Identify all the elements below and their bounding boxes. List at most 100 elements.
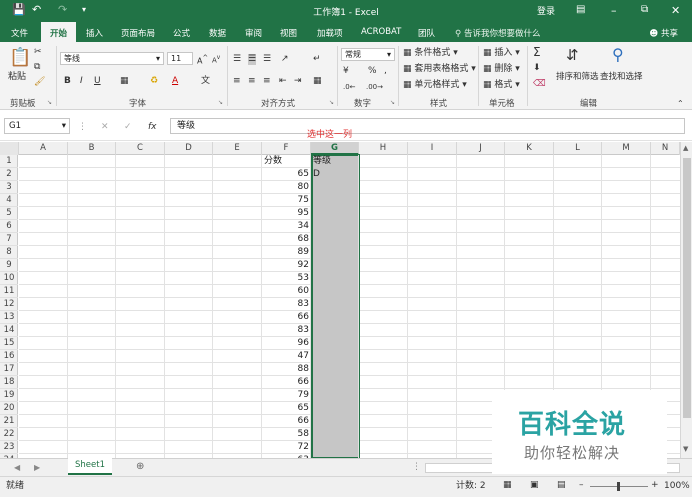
cell[interactable]: 等级	[313, 155, 357, 168]
cell[interactable]: 47	[264, 350, 309, 363]
clipboard-launcher-icon[interactable]: ↘	[47, 99, 52, 106]
ribbon-display-icon[interactable]: ▤	[576, 4, 585, 15]
tab-formulas[interactable]: 公式	[173, 27, 190, 39]
cell[interactable]: 96	[264, 337, 309, 350]
tab-page-layout[interactable]: 页面布局	[121, 27, 155, 39]
row-header[interactable]: 22	[0, 428, 18, 441]
column-header-b[interactable]: B	[68, 142, 116, 155]
zoom-level[interactable]: 100%	[664, 481, 690, 492]
row-header[interactable]: 6	[0, 220, 18, 233]
align-left-icon[interactable]: ≡	[233, 76, 241, 87]
cell[interactable]: 75	[264, 194, 309, 207]
decrease-decimal-icon[interactable]: .00→	[366, 82, 383, 93]
border-icon[interactable]: ▦	[120, 76, 129, 87]
align-bottom-icon[interactable]: ☰	[263, 54, 271, 65]
align-right-icon[interactable]: ≡	[263, 76, 271, 87]
tab-acrobat[interactable]: ACROBAT	[361, 27, 401, 37]
row-header[interactable]: 13	[0, 311, 18, 324]
column-header-h[interactable]: H	[359, 142, 408, 155]
scroll-down-icon[interactable]: ▼	[683, 445, 688, 453]
orientation-icon[interactable]: ↗	[281, 54, 289, 65]
cell[interactable]: 66	[264, 415, 309, 428]
row-header[interactable]: 23	[0, 441, 18, 454]
row-header[interactable]: 16	[0, 350, 18, 363]
number-launcher-icon[interactable]: ↘	[390, 99, 395, 106]
paste-icon[interactable]: 📋	[9, 48, 31, 68]
wrap-text-icon[interactable]: ↵	[313, 54, 321, 65]
row-header[interactable]: 4	[0, 194, 18, 207]
row-header[interactable]: 7	[0, 233, 18, 246]
column-header-j[interactable]: J	[457, 142, 505, 155]
cell[interactable]: 53	[264, 272, 309, 285]
row-header[interactable]: 10	[0, 272, 18, 285]
phonetic-icon[interactable]: 文	[201, 76, 210, 87]
tab-home[interactable]: 开始	[41, 22, 76, 42]
cell[interactable]: 88	[264, 363, 309, 376]
collapse-ribbon-icon[interactable]: ⌃	[677, 98, 684, 109]
row-header[interactable]: 17	[0, 363, 18, 376]
font-name-select[interactable]: 等线 ▾	[60, 52, 164, 65]
comma-button[interactable]: ,	[384, 66, 387, 77]
sort-filter-label[interactable]: 排序和筛选	[556, 72, 599, 83]
cell[interactable]: 58	[264, 428, 309, 441]
row-header[interactable]: 8	[0, 246, 18, 259]
row-header[interactable]: 2	[0, 168, 18, 181]
cell[interactable]: 分数	[264, 155, 309, 168]
cut-icon[interactable]: ✂	[34, 47, 42, 58]
cell[interactable]: 79	[264, 389, 309, 402]
sheet-tab[interactable]: Sheet1	[68, 458, 112, 475]
align-top-icon[interactable]: ☰	[233, 54, 241, 65]
underline-icon[interactable]: U	[94, 76, 101, 87]
row-header[interactable]: 18	[0, 376, 18, 389]
zoom-in-icon[interactable]: +	[651, 480, 659, 491]
cell[interactable]: 66	[264, 376, 309, 389]
cell[interactable]: 83	[264, 298, 309, 311]
row-header[interactable]: 5	[0, 207, 18, 220]
minimize-button[interactable]: –	[611, 4, 617, 17]
column-header-l[interactable]: L	[554, 142, 602, 155]
decrease-indent-icon[interactable]: ⇤	[279, 76, 287, 87]
font-launcher-icon[interactable]: ↘	[218, 99, 223, 106]
percent-button[interactable]: %	[368, 66, 377, 77]
cell[interactable]: 60	[264, 285, 309, 298]
cancel-entry-icon[interactable]: ✕	[101, 122, 109, 133]
confirm-entry-icon[interactable]: ✓	[124, 122, 132, 133]
shrink-font-icon[interactable]: Av	[212, 53, 220, 66]
scroll-up-icon[interactable]: ▲	[683, 144, 688, 152]
merge-center-icon[interactable]: ▦	[313, 76, 322, 87]
column-header-n[interactable]: N	[651, 142, 680, 155]
cell[interactable]: 95	[264, 207, 309, 220]
row-header[interactable]: 15	[0, 337, 18, 350]
share-button[interactable]: ☻ 共享	[649, 27, 678, 39]
column-header-k[interactable]: K	[505, 142, 554, 155]
formula-input[interactable]: 等级	[170, 118, 685, 134]
close-button[interactable]: ✕	[671, 4, 680, 17]
cell[interactable]: D	[313, 168, 357, 181]
format-cells-button[interactable]: ▦ 格式 ▾	[483, 80, 520, 91]
normal-view-icon[interactable]: ▦	[503, 480, 512, 491]
copy-icon[interactable]: ⧉	[34, 62, 40, 73]
clear-icon[interactable]: ⌫	[533, 79, 546, 90]
add-sheet-icon[interactable]: ⊕	[136, 461, 144, 472]
cell[interactable]: 65	[264, 168, 309, 181]
tab-insert[interactable]: 插入	[86, 27, 103, 39]
vertical-scrollbar[interactable]: ▲ ▼	[680, 142, 692, 458]
cell[interactable]: 66	[264, 311, 309, 324]
increase-decimal-icon[interactable]: .0←	[343, 82, 356, 93]
row-header[interactable]: 9	[0, 259, 18, 272]
row-header[interactable]: 20	[0, 402, 18, 415]
tab-file[interactable]: 文件	[11, 27, 28, 39]
align-center-icon[interactable]: ≡	[248, 76, 256, 87]
column-header-i[interactable]: I	[408, 142, 457, 155]
find-select-label[interactable]: 查找和选择	[600, 72, 643, 83]
currency-icon[interactable]: ¥	[343, 66, 349, 77]
alignment-launcher-icon[interactable]: ↘	[329, 99, 334, 106]
prev-sheet-icon[interactable]: ◀	[14, 462, 20, 473]
paste-label[interactable]: 粘贴	[8, 72, 26, 83]
conditional-format-button[interactable]: ▦ 条件格式 ▾	[403, 48, 458, 59]
column-header-c[interactable]: C	[116, 142, 165, 155]
row-header[interactable]: 21	[0, 415, 18, 428]
row-header[interactable]: 14	[0, 324, 18, 337]
name-box[interactable]: G1 ▾	[4, 118, 70, 134]
next-sheet-icon[interactable]: ▶	[34, 462, 40, 473]
